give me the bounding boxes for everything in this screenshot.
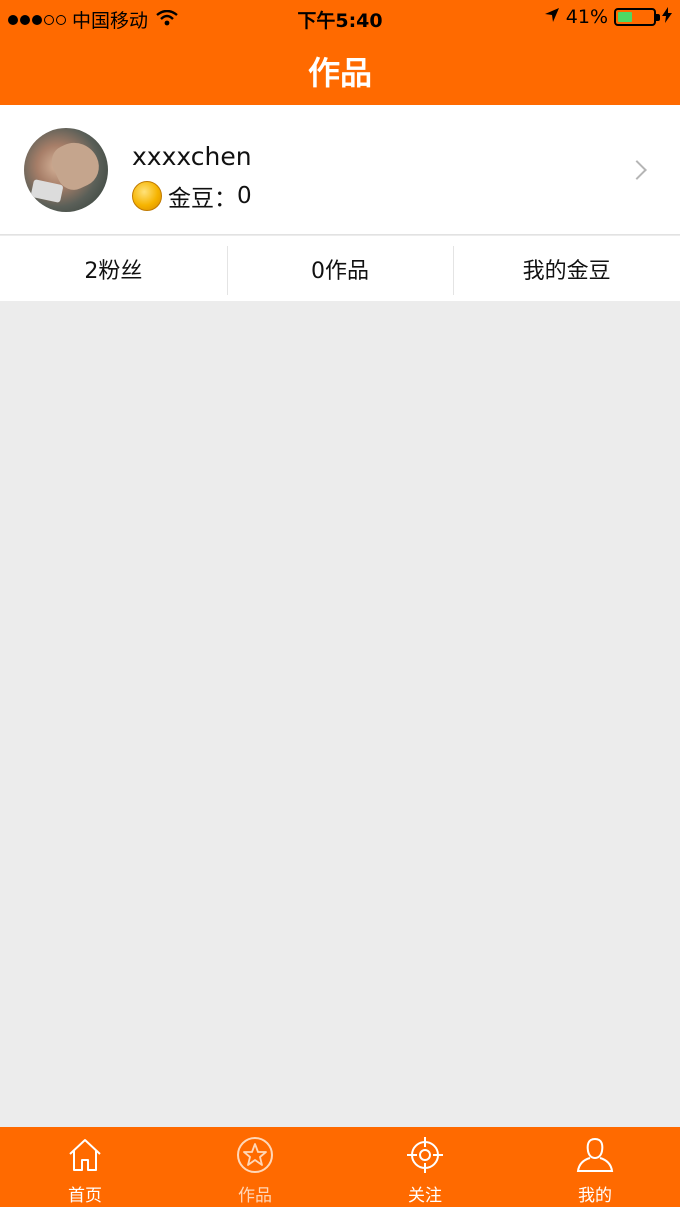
avatar[interactable] xyxy=(24,128,108,212)
coin-label: 金豆： xyxy=(168,186,237,212)
page-title: 作品 xyxy=(307,54,372,92)
stat-fans[interactable]: 2粉丝 xyxy=(0,236,227,301)
tab-home[interactable]: 首页 xyxy=(0,1127,170,1207)
profile-card[interactable]: xxxxchen 金豆： 0 xyxy=(0,105,680,235)
stat-works[interactable]: 0作品 xyxy=(226,236,454,301)
status-right: 41% xyxy=(544,6,672,28)
tab-follow[interactable]: 关注 xyxy=(340,1127,510,1207)
coin-icon xyxy=(132,181,162,211)
star-icon xyxy=(235,1135,275,1179)
stats-bar: 2粉丝 0作品 我的金豆 xyxy=(0,236,680,301)
chevron-right-icon[interactable] xyxy=(627,160,647,180)
tab-bar: 首页 作品 关注 我的 xyxy=(0,1127,680,1207)
battery-percent: 41% xyxy=(565,6,608,28)
tab-label: 首页 xyxy=(68,1186,102,1206)
header: 中国移动 下午5:40 41% 作品 xyxy=(0,0,680,105)
charging-icon xyxy=(662,6,672,28)
tab-label: 作品 xyxy=(238,1186,272,1206)
target-icon xyxy=(405,1135,445,1179)
location-arrow-icon xyxy=(544,6,560,28)
status-bar: 中国移动 下午5:40 41% xyxy=(0,0,680,36)
user-icon xyxy=(575,1135,615,1179)
tab-works[interactable]: 作品 xyxy=(170,1127,340,1207)
tab-label: 关注 xyxy=(408,1186,442,1206)
tab-label: 我的 xyxy=(578,1186,612,1206)
username: xxxxchen xyxy=(132,142,252,171)
battery-icon xyxy=(614,8,660,26)
coin-value: 0 xyxy=(237,183,252,209)
stat-my-coins[interactable]: 我的金豆 xyxy=(453,236,680,301)
home-icon xyxy=(65,1135,105,1179)
tab-mine[interactable]: 我的 xyxy=(510,1127,680,1207)
content-area xyxy=(0,301,680,1127)
coin-row: 金豆： 0 xyxy=(132,179,252,213)
